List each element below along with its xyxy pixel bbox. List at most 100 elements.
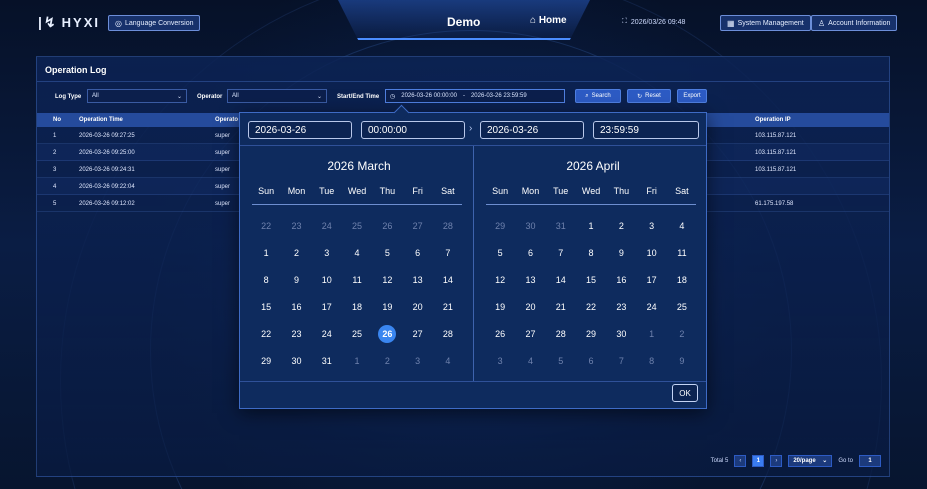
calendar-day[interactable]: 2 [372,347,402,374]
operator-select[interactable]: All ⌄ [227,89,327,103]
calendar-day[interactable]: 23 [606,293,636,320]
calendar-day[interactable]: 27 [402,212,432,239]
end-date-input[interactable]: 2026-03-26 [480,121,584,139]
calendar-day[interactable]: 7 [546,239,576,266]
calendar-day[interactable]: 1 [342,347,372,374]
calendar-day[interactable]: 25 [667,293,697,320]
end-time-input[interactable]: 23:59:59 [593,121,699,139]
calendar-day[interactable]: 5 [372,239,402,266]
calendar-day[interactable]: 28 [433,320,463,347]
time-range-input[interactable]: ◷ 2026-03-26 00:00:00 - 2026-03-26 23:59… [385,89,565,103]
calendar-day[interactable]: 24 [636,293,666,320]
calendar-day[interactable]: 1 [251,239,281,266]
calendar-day[interactable]: 24 [312,212,342,239]
calendar-day[interactable]: 11 [667,239,697,266]
calendar-day[interactable]: 7 [606,347,636,374]
calendar-day[interactable]: 30 [281,347,311,374]
search-button[interactable]: ⌕ Search [575,89,621,103]
calendar-day[interactable]: 3 [636,212,666,239]
calendar-day[interactable]: 9 [606,239,636,266]
calendar-day[interactable]: 31 [546,212,576,239]
calendar-day[interactable]: 20 [515,293,545,320]
language-conversion-button[interactable]: ◎ Language Conversion [108,15,201,31]
calendar-day[interactable]: 6 [402,239,432,266]
calendar-day[interactable]: 26 [372,212,402,239]
reset-button[interactable]: ↻ Reset [627,89,671,103]
calendar-day[interactable]: 4 [515,347,545,374]
calendar-day[interactable]: 17 [312,293,342,320]
calendar-day[interactable]: 21 [546,293,576,320]
calendar-day[interactable]: 6 [576,347,606,374]
calendar-day[interactable]: 5 [546,347,576,374]
export-button[interactable]: Export [677,89,707,103]
start-time-input[interactable]: 00:00:00 [361,121,465,139]
calendar-day[interactable]: 13 [402,266,432,293]
calendar-day[interactable]: 22 [251,212,281,239]
start-date-input[interactable]: 2026-03-26 [248,121,352,139]
calendar-day[interactable]: 10 [636,239,666,266]
page-number[interactable]: 1 [752,454,765,467]
calendar-day[interactable]: 26 [372,320,402,347]
goto-page-input[interactable]: 1 [859,454,881,467]
calendar-day[interactable]: 11 [342,266,372,293]
calendar-day[interactable]: 18 [667,266,697,293]
calendar-day[interactable]: 9 [281,266,311,293]
calendar-day[interactable]: 28 [433,212,463,239]
calendar-day[interactable]: 15 [576,266,606,293]
calendar-day[interactable]: 22 [576,293,606,320]
prev-page-button[interactable]: ‹ [734,454,747,467]
calendar-day[interactable]: 12 [485,266,515,293]
calendar-day[interactable]: 16 [606,266,636,293]
calendar-day[interactable]: 7 [433,239,463,266]
calendar-day[interactable]: 1 [576,212,606,239]
calendar-day[interactable]: 5 [485,239,515,266]
calendar-day[interactable]: 24 [312,320,342,347]
calendar-day[interactable]: 2 [281,239,311,266]
calendar-day[interactable]: 3 [312,239,342,266]
calendar-day[interactable]: 22 [251,320,281,347]
calendar-day[interactable]: 4 [342,239,372,266]
calendar-day[interactable]: 14 [546,266,576,293]
page-size-select[interactable]: 20/page ⌄ [788,454,833,467]
account-information-button[interactable]: ♙ Account Information [811,15,898,31]
calendar-day[interactable]: 25 [342,212,372,239]
log-type-select[interactable]: All ⌄ [87,89,187,103]
calendar-day[interactable]: 29 [251,347,281,374]
calendar-day[interactable]: 8 [636,347,666,374]
calendar-day[interactable]: 9 [667,347,697,374]
calendar-day[interactable]: 19 [372,293,402,320]
calendar-day[interactable]: 18 [342,293,372,320]
calendar-day[interactable]: 30 [515,212,545,239]
calendar-day[interactable]: 23 [281,212,311,239]
ok-button[interactable]: OK [672,384,698,402]
calendar-day[interactable]: 21 [433,293,463,320]
calendar-day[interactable]: 4 [667,212,697,239]
calendar-day[interactable]: 6 [515,239,545,266]
calendar-day[interactable]: 15 [251,293,281,320]
calendar-day[interactable]: 12 [372,266,402,293]
calendar-day[interactable]: 8 [251,266,281,293]
calendar-day[interactable]: 2 [667,320,697,347]
calendar-day[interactable]: 26 [485,320,515,347]
calendar-day[interactable]: 17 [636,266,666,293]
next-page-button[interactable]: › [770,454,783,467]
fullscreen-icon[interactable]: ⛶ [622,18,627,26]
calendar-day[interactable]: 1 [636,320,666,347]
calendar-day[interactable]: 16 [281,293,311,320]
calendar-day[interactable]: 2 [606,212,636,239]
calendar-day[interactable]: 31 [312,347,342,374]
system-management-button[interactable]: ▦ System Management [720,15,811,31]
calendar-day[interactable]: 3 [485,347,515,374]
calendar-day[interactable]: 23 [281,320,311,347]
calendar-day[interactable]: 30 [606,320,636,347]
calendar-day[interactable]: 19 [485,293,515,320]
calendar-day[interactable]: 27 [515,320,545,347]
calendar-day[interactable]: 25 [342,320,372,347]
calendar-day[interactable]: 29 [485,212,515,239]
calendar-day[interactable]: 29 [576,320,606,347]
calendar-day[interactable]: 27 [402,320,432,347]
calendar-day[interactable]: 20 [402,293,432,320]
calendar-day[interactable]: 10 [312,266,342,293]
calendar-day[interactable]: 4 [433,347,463,374]
calendar-day[interactable]: 3 [402,347,432,374]
